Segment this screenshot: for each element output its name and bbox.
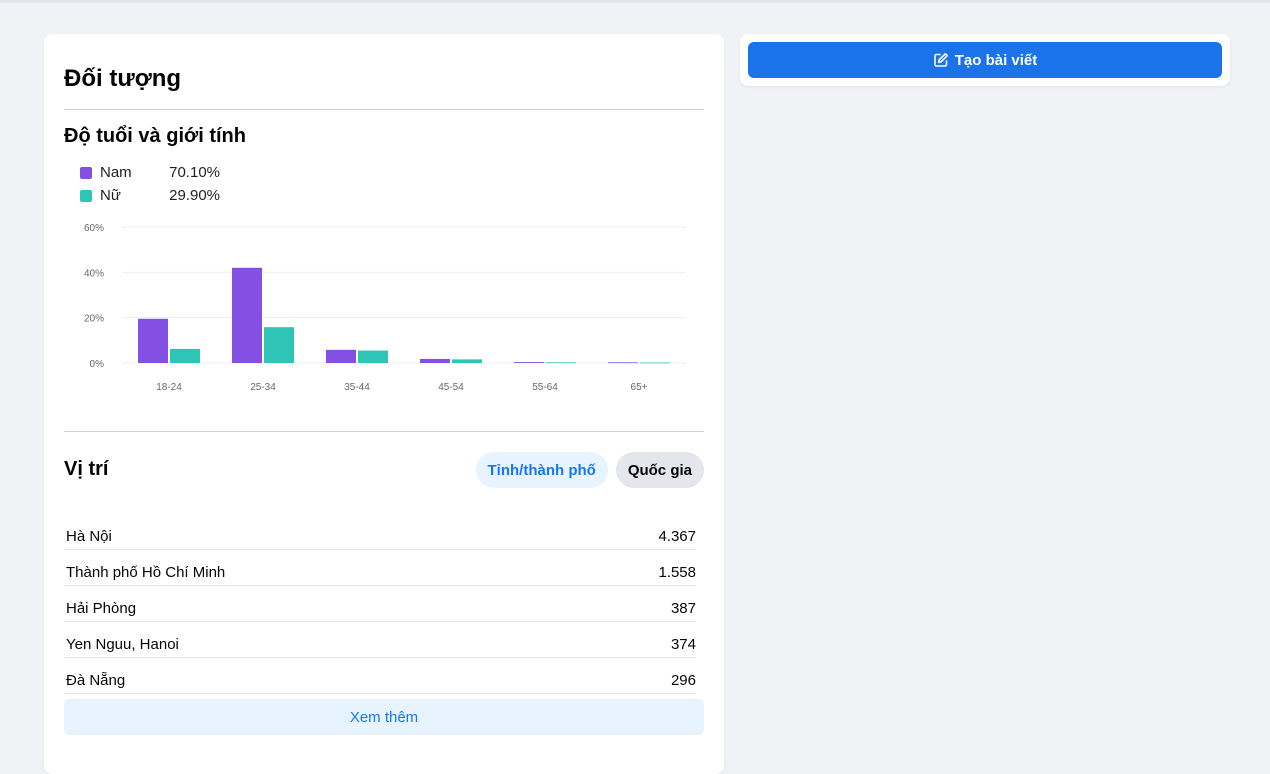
- bar-female-25-34[interactable]: [264, 327, 294, 363]
- location-tabs: Tỉnh/thành phố Quốc gia: [475, 452, 704, 488]
- create-post-card: Tạo bài viết: [740, 34, 1230, 86]
- chart-legend: Nam 70.10% Nữ 29.90%: [80, 164, 280, 210]
- bar-female-35-44[interactable]: [358, 350, 388, 363]
- location-value: 4.367: [658, 528, 696, 545]
- legend-value-male: 70.10%: [169, 164, 220, 181]
- bar-male-25-34[interactable]: [232, 267, 262, 363]
- see-more-button[interactable]: Xem thêm: [64, 699, 704, 735]
- x-tick-label: 45-54: [438, 382, 464, 393]
- location-value: 296: [670, 672, 696, 689]
- y-tick-label: 0%: [90, 359, 105, 370]
- bar-male-65+[interactable]: [608, 362, 638, 364]
- x-tick-label: 65+: [631, 382, 648, 393]
- age-gender-chart: 0% 20% 40% 60% 18-24 25-34 35-44 45-54 55-64 65+: [84, 223, 686, 393]
- legend-item-male: Nam 70.10%: [80, 164, 280, 187]
- legend-value-female: 29.90%: [169, 187, 220, 204]
- audience-card: Đối tượng Độ tuổi và giới tính Nam 70.10…: [44, 34, 724, 774]
- age-gender-title: Độ tuổi và giới tính: [64, 125, 246, 147]
- y-tick-label: 20%: [84, 314, 104, 325]
- location-value: 1.558: [658, 564, 696, 581]
- location-name: Thành phố Hồ Chí Minh: [66, 564, 226, 581]
- create-post-label: Tạo bài viết: [954, 51, 1038, 69]
- location-name: Yen Nguu, Hanoi: [66, 636, 179, 653]
- legend-swatch-male: [80, 167, 92, 179]
- location-name: Đà Nẵng: [66, 672, 126, 689]
- y-tick-label: 40%: [84, 268, 104, 279]
- legend-swatch-female: [80, 190, 92, 202]
- location-row: Hải Phòng 387: [64, 586, 696, 622]
- bar-female-65+[interactable]: [640, 362, 670, 364]
- x-tick-label: 18-24: [156, 382, 182, 393]
- bar-male-45-54[interactable]: [420, 358, 450, 363]
- tab-country[interactable]: Quốc gia: [615, 452, 704, 488]
- location-name: Hà Nội: [66, 528, 112, 545]
- bar-female-55-64[interactable]: [546, 362, 576, 364]
- audience-title: Đối tượng: [64, 65, 182, 92]
- location-title: Vị trí: [64, 458, 109, 480]
- tab-province[interactable]: Tỉnh/thành phố: [475, 452, 608, 488]
- x-tick-label: 35-44: [344, 382, 370, 393]
- location-value: 374: [670, 636, 696, 653]
- bar-male-55-64[interactable]: [514, 362, 544, 363]
- x-tick-label: 55-64: [532, 382, 558, 393]
- location-list: Hà Nội 4.367 Thành phố Hồ Chí Minh 1.558…: [64, 514, 696, 694]
- bar-male-18-24[interactable]: [138, 318, 168, 363]
- legend-label-female: Nữ: [100, 187, 121, 204]
- bar-female-18-24[interactable]: [170, 348, 200, 363]
- location-row: Yen Nguu, Hanoi 374: [64, 622, 696, 658]
- location-name: Hải Phòng: [66, 600, 137, 617]
- legend-item-female: Nữ 29.90%: [80, 187, 280, 210]
- location-value: 387: [670, 600, 696, 617]
- x-tick-label: 25-34: [250, 382, 276, 393]
- location-row: Đà Nẵng 296: [64, 658, 696, 694]
- location-row: Thành phố Hồ Chí Minh 1.558: [64, 550, 696, 586]
- location-row: Hà Nội 4.367: [64, 514, 696, 550]
- divider-top: [64, 109, 704, 110]
- legend-label-male: Nam: [100, 164, 132, 181]
- bar-male-35-44[interactable]: [326, 349, 356, 363]
- create-post-button[interactable]: Tạo bài viết: [748, 42, 1222, 78]
- edit-icon: [933, 53, 948, 67]
- y-tick-label: 60%: [84, 223, 104, 234]
- top-border: [0, 0, 1270, 3]
- bar-female-45-54[interactable]: [452, 359, 482, 363]
- divider-middle: [64, 431, 704, 432]
